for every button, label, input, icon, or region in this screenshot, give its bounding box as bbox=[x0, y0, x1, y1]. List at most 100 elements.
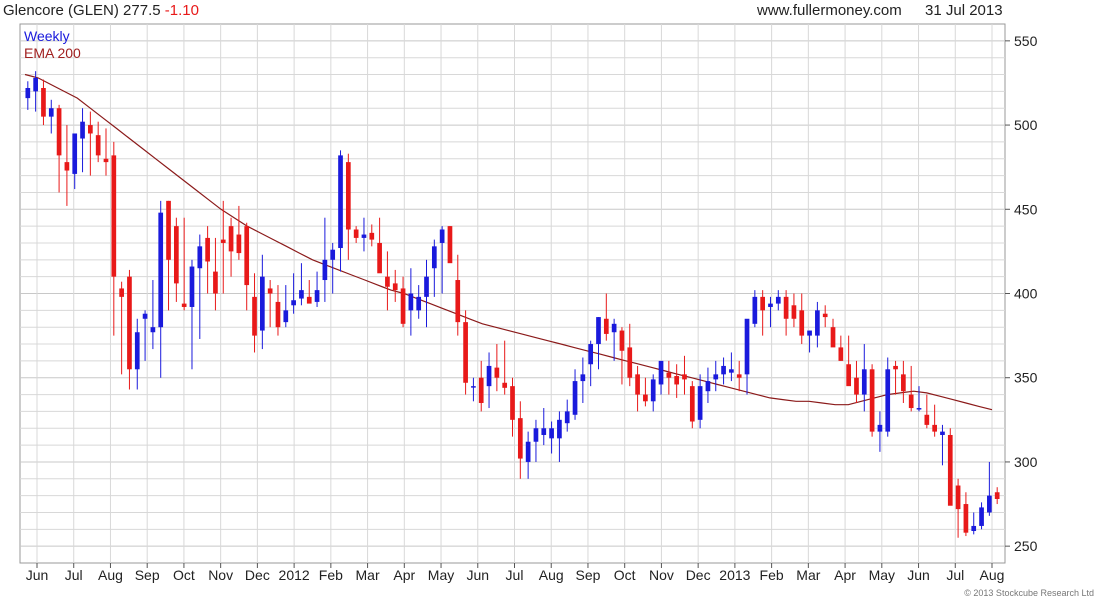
candle-up bbox=[916, 408, 922, 410]
candle-down bbox=[236, 234, 242, 254]
candle-down bbox=[392, 283, 398, 291]
candle-up bbox=[744, 318, 750, 375]
candle-up bbox=[439, 229, 445, 243]
x-tick-label: May bbox=[869, 567, 895, 583]
y-tick-label: 250 bbox=[1014, 538, 1038, 554]
candle-down bbox=[627, 347, 633, 378]
candle-down bbox=[830, 327, 836, 348]
candle-down bbox=[244, 226, 250, 286]
x-tick-label: Jun bbox=[26, 567, 49, 583]
candle-up bbox=[361, 234, 367, 238]
candle-up bbox=[815, 310, 820, 336]
candle-down bbox=[345, 162, 351, 230]
candle-up bbox=[940, 431, 945, 435]
candle-down bbox=[791, 305, 797, 319]
candle-down bbox=[994, 492, 1000, 499]
candle-down bbox=[924, 414, 930, 425]
candle-down bbox=[275, 301, 281, 328]
candle-down bbox=[517, 418, 523, 459]
candle-up bbox=[971, 525, 977, 531]
candle-up bbox=[572, 381, 578, 415]
candle-up bbox=[721, 365, 726, 375]
candle-down bbox=[56, 108, 62, 156]
x-tick-label: Nov bbox=[208, 567, 233, 583]
candle-up bbox=[471, 386, 476, 388]
candle-down bbox=[619, 330, 625, 351]
candle-up bbox=[48, 108, 54, 117]
candle-down bbox=[603, 318, 609, 334]
candle-down bbox=[838, 347, 844, 361]
x-tick-label: Sep bbox=[576, 567, 601, 583]
candle-up bbox=[729, 369, 734, 373]
candle-down bbox=[127, 276, 132, 370]
candle-up bbox=[33, 77, 38, 92]
candle-down bbox=[478, 377, 484, 403]
candle-down bbox=[385, 276, 390, 287]
candle-up bbox=[807, 330, 812, 336]
candle-down bbox=[901, 374, 906, 392]
candle-down bbox=[220, 239, 226, 243]
x-tick-label: Feb bbox=[760, 567, 784, 583]
x-tick-label: Dec bbox=[245, 567, 270, 583]
x-tick-label: Jul bbox=[65, 567, 83, 583]
copyright-notice: © 2013 Stockcube Research Ltd bbox=[964, 588, 1094, 598]
y-tick-label: 450 bbox=[1014, 201, 1038, 217]
candle-down bbox=[963, 504, 969, 533]
y-tick-label: 300 bbox=[1014, 454, 1038, 470]
candle-up bbox=[314, 290, 320, 302]
y-tick-label: 350 bbox=[1014, 370, 1038, 386]
candle-up bbox=[533, 428, 539, 442]
candle-down bbox=[760, 296, 766, 311]
x-tick-label: Jun bbox=[907, 567, 930, 583]
candle-down bbox=[95, 135, 101, 156]
candle-down bbox=[510, 386, 515, 420]
candle-up bbox=[979, 507, 984, 526]
candle-up bbox=[611, 323, 617, 333]
candle-down bbox=[111, 155, 117, 277]
x-tick-label: 2012 bbox=[279, 567, 310, 583]
candle-down bbox=[854, 377, 859, 395]
candle-down bbox=[267, 288, 273, 294]
candle-down bbox=[635, 374, 640, 395]
candle-up bbox=[158, 212, 164, 328]
candle-down bbox=[213, 271, 218, 294]
candle-down bbox=[41, 88, 46, 117]
x-tick-label: Aug bbox=[98, 567, 123, 583]
candle-down bbox=[252, 296, 257, 336]
candle-up bbox=[431, 246, 437, 269]
candle-up bbox=[338, 155, 343, 249]
legend-ema: EMA 200 bbox=[24, 45, 81, 61]
candle-down bbox=[400, 288, 406, 324]
candle-down bbox=[674, 376, 680, 385]
candle-up bbox=[549, 428, 554, 439]
candle-down bbox=[893, 365, 898, 370]
x-tick-label: Mar bbox=[356, 567, 380, 583]
legend-period: Weekly bbox=[24, 28, 70, 44]
candle-down bbox=[447, 226, 453, 264]
x-tick-label: Nov bbox=[649, 567, 674, 583]
candle-up bbox=[541, 428, 547, 435]
candle-down bbox=[666, 372, 672, 378]
candle-down bbox=[205, 237, 210, 262]
candle-down bbox=[369, 232, 375, 240]
candle-up bbox=[768, 303, 773, 307]
x-tick-label: Sep bbox=[135, 567, 160, 583]
candle-down bbox=[822, 313, 828, 318]
candle-up bbox=[291, 300, 296, 306]
candle-down bbox=[174, 226, 179, 284]
candle-down bbox=[947, 434, 953, 506]
candle-down bbox=[643, 394, 648, 402]
candle-up bbox=[150, 327, 156, 333]
candle-up bbox=[424, 276, 429, 297]
candle-up bbox=[80, 121, 85, 139]
candle-down bbox=[166, 200, 171, 260]
x-tick-label: Jun bbox=[466, 567, 489, 583]
candle-up bbox=[72, 133, 78, 174]
candle-down bbox=[682, 374, 687, 380]
candle-down bbox=[846, 364, 851, 387]
candle-up bbox=[650, 379, 656, 402]
candle-up bbox=[525, 441, 531, 462]
candle-down bbox=[88, 125, 93, 134]
candle-up bbox=[705, 381, 711, 392]
candle-up bbox=[259, 276, 265, 331]
